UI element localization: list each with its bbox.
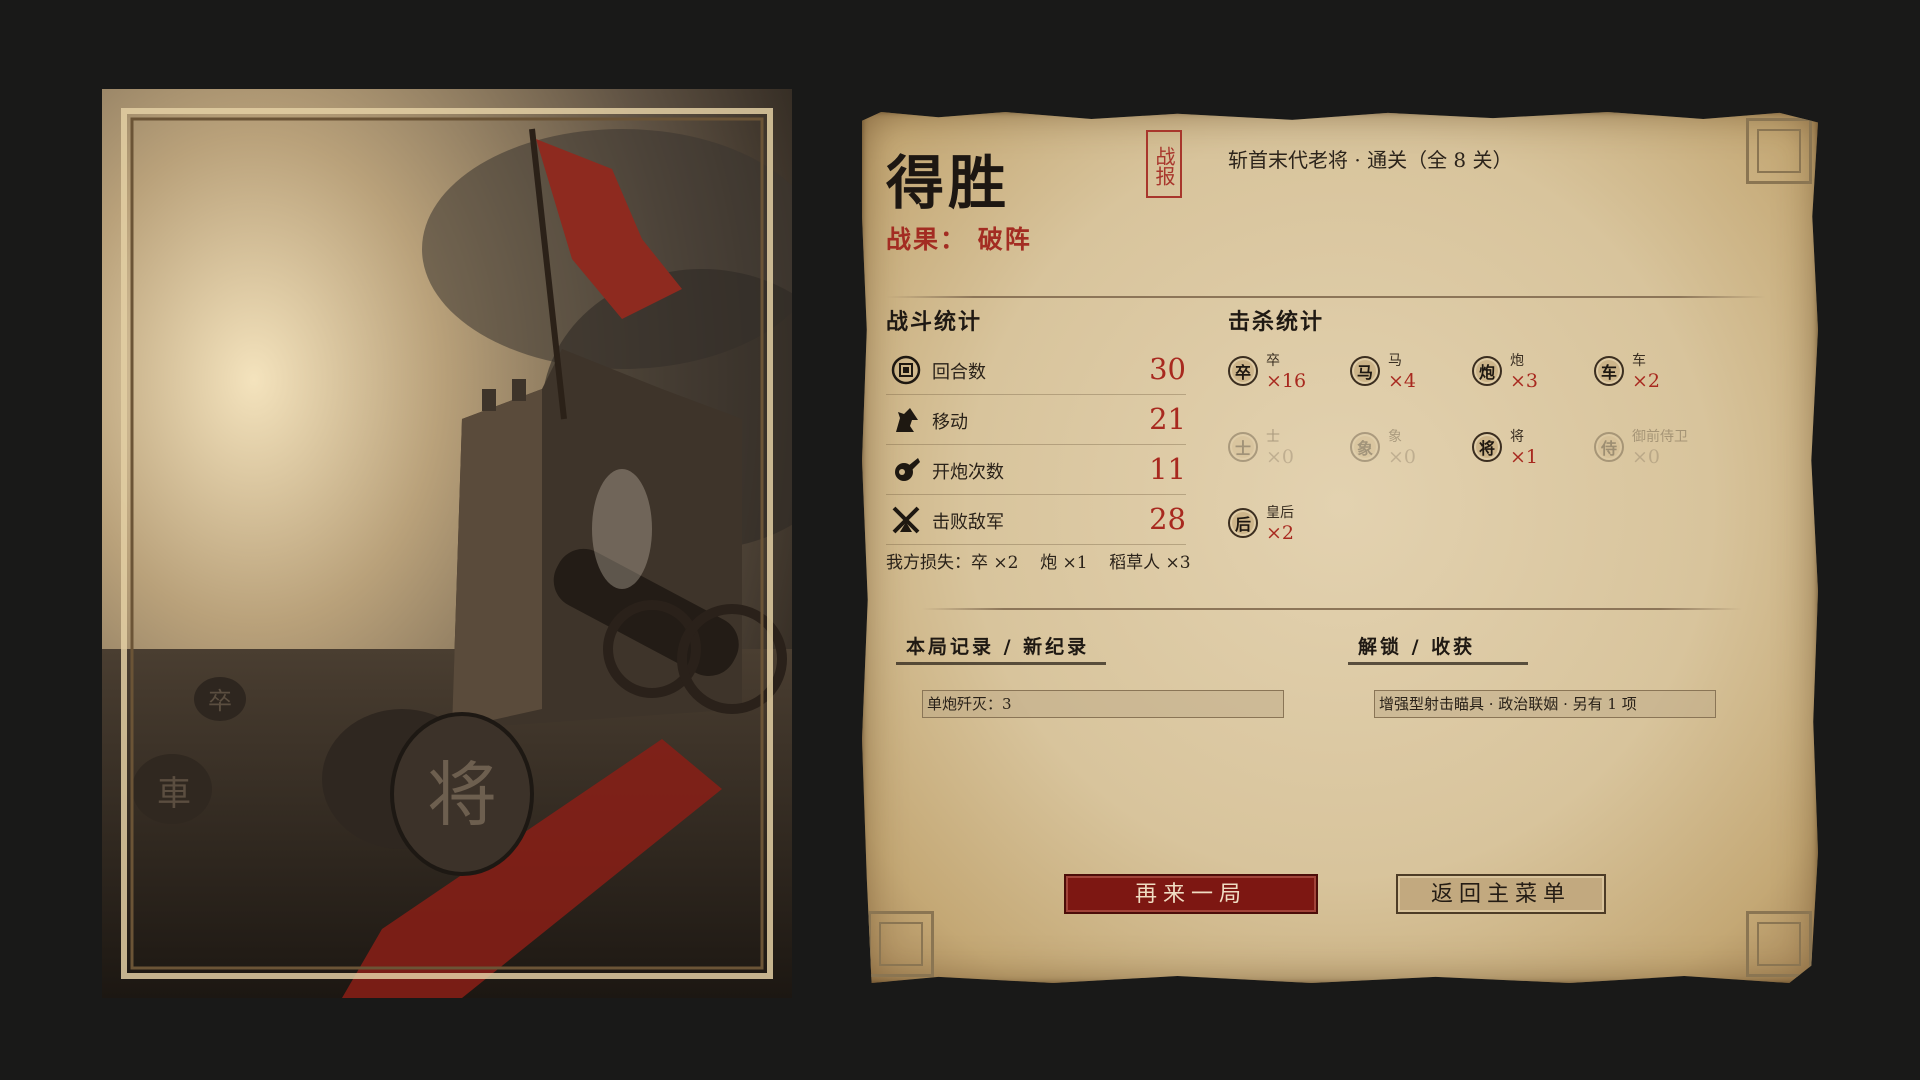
kill-count: ×2 (1266, 522, 1295, 544)
kill-stat-item: 卒卒 ×16 (1228, 350, 1338, 406)
kill-piece-name: 皇后 (1266, 505, 1294, 521)
records-heading: 本局记录 / 新纪录 (906, 636, 1090, 658)
battle-result: 战果： 破阵 (886, 225, 1032, 254)
kill-stat-item: 车车 ×2 (1594, 350, 1704, 406)
chess-piece-icon: 将 (1472, 432, 1502, 462)
page-title: 得胜 (886, 149, 1011, 217)
round-icon (890, 354, 922, 386)
kill-stat-item: 后皇后 ×2 (1228, 502, 1338, 558)
horse-icon (890, 404, 922, 436)
divider (922, 608, 1742, 610)
kill-stat-item: 象象 ×0 (1350, 426, 1460, 482)
chess-piece-icon: 象 (1350, 432, 1380, 462)
unlocks-underline (1348, 662, 1528, 665)
battle-stats-heading: 战斗统计 (886, 309, 983, 335)
kill-stat-item: 将将 ×1 (1472, 426, 1582, 482)
kill-count: ×4 (1388, 370, 1417, 392)
stat-value: 11 (1149, 452, 1186, 486)
kill-piece-name: 炮 (1510, 353, 1524, 369)
stat-label: 移动 (932, 412, 968, 433)
kill-piece-name: 士 (1266, 429, 1280, 445)
stat-label: 回合数 (932, 362, 986, 383)
corner-ornament (1746, 118, 1812, 184)
kill-count: ×16 (1266, 370, 1307, 392)
kill-piece-name: 卒 (1266, 353, 1280, 369)
kill-count: ×1 (1510, 446, 1539, 468)
battle-report-seal: 战报 (1146, 130, 1182, 198)
own-losses: 我方损失：卒 ×2 炮 ×1 稻草人 ×3 (886, 553, 1191, 573)
chess-piece-icon: 侍 (1594, 432, 1624, 462)
kill-stat-item: 炮炮 ×3 (1472, 350, 1582, 406)
kill-stats-heading: 击杀统计 (1228, 309, 1325, 335)
battle-scene: 将 車 卒 (102, 89, 792, 998)
stat-row: 击败敌军 28 (886, 498, 1186, 545)
corner-ornament (868, 911, 934, 977)
chess-piece-icon: 马 (1350, 356, 1380, 386)
kill-piece-name: 御前侍卫 (1632, 429, 1688, 445)
stat-label: 开炮次数 (932, 462, 1004, 483)
piece-general-glyph: 将 (427, 754, 497, 836)
crossed-swords-icon (890, 504, 922, 536)
stat-row: 移动 21 (886, 398, 1186, 445)
kill-count: ×2 (1632, 370, 1661, 392)
cannon-fire-icon (890, 454, 922, 486)
unlocks-heading: 解锁 / 收获 (1358, 636, 1476, 658)
corner-ornament (1746, 911, 1812, 977)
kill-stat-item: 士士 ×0 (1228, 426, 1338, 482)
chess-piece-icon: 车 (1594, 356, 1624, 386)
record-entry: 单炮歼灭：3 (922, 690, 1284, 718)
stat-row: 开炮次数 11 (886, 448, 1186, 495)
chess-piece-icon: 后 (1228, 508, 1258, 538)
stat-value: 21 (1149, 402, 1186, 436)
kill-count: ×0 (1266, 446, 1295, 468)
stat-row: 回合数 30 (886, 348, 1186, 395)
kill-count: ×0 (1388, 446, 1417, 468)
kill-piece-name: 马 (1388, 353, 1402, 369)
kill-count: ×3 (1510, 370, 1539, 392)
chess-piece-icon: 炮 (1472, 356, 1502, 386)
kill-piece-name: 将 (1510, 429, 1524, 445)
records-underline (896, 662, 1106, 665)
chess-piece-icon: 卒 (1228, 356, 1258, 386)
victory-report-panel: 得胜 战报 斩首末代老将 · 通关（全 8 关） 战果： 破阵 战斗统计 回合数… (862, 112, 1818, 983)
stat-value: 30 (1149, 352, 1186, 386)
divider (886, 296, 1766, 298)
kill-piece-name: 车 (1632, 353, 1646, 369)
kill-piece-name: 象 (1388, 429, 1402, 445)
victory-subtitle: 斩首末代老将 · 通关（全 8 关） (1228, 148, 1513, 172)
piece-soldier-glyph: 卒 (208, 687, 232, 715)
stat-label: 击败敌军 (932, 512, 1004, 533)
piece-chariot-glyph: 車 (157, 774, 191, 814)
unlock-entry: 增强型射击瞄具 · 政治联姻 · 另有 1 项 (1374, 690, 1716, 718)
kill-count: ×0 (1632, 446, 1661, 468)
kill-stat-item: 马马 ×4 (1350, 350, 1460, 406)
stat-value: 28 (1149, 502, 1186, 536)
main-menu-button[interactable]: 返回主菜单 (1396, 874, 1606, 914)
chess-piece-icon: 士 (1228, 432, 1258, 462)
kill-stat-item: 侍御前侍卫 ×0 (1594, 426, 1704, 482)
play-again-button[interactable]: 再来一局 (1064, 874, 1318, 914)
battle-illustration: 将 車 卒 (102, 89, 792, 998)
